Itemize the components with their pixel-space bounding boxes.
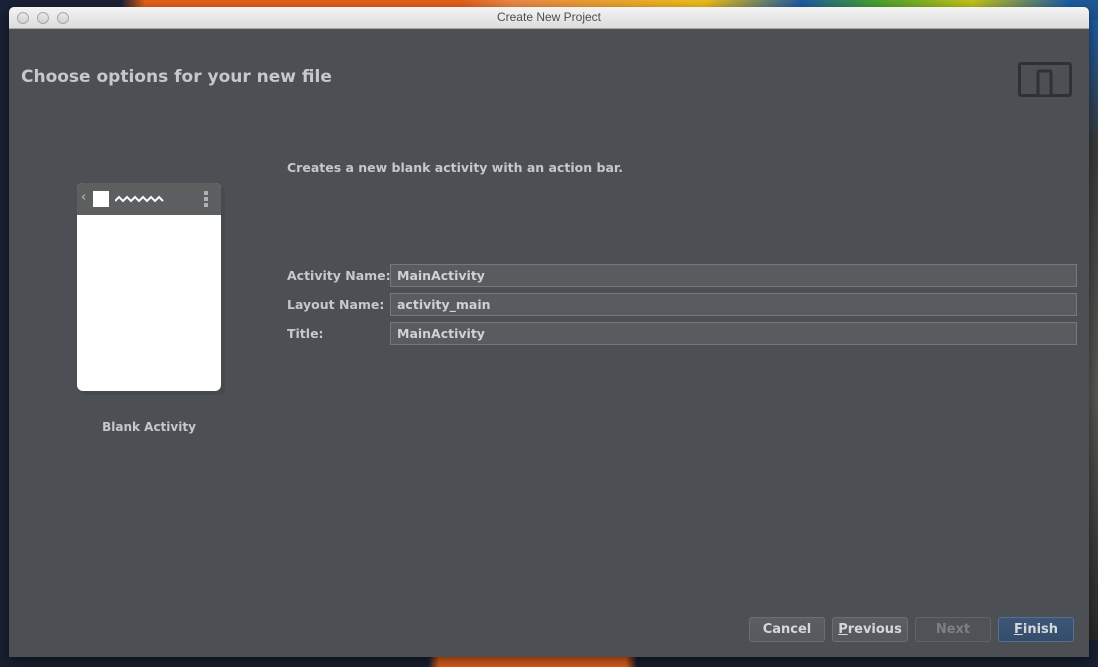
layout-name-input[interactable]: [390, 293, 1077, 316]
preview-action-bar: ‹: [77, 183, 221, 215]
finish-button[interactable]: Finish: [998, 617, 1074, 642]
finish-mnemonic: F: [1013, 622, 1023, 637]
app-logo-icon: [93, 191, 109, 207]
template-description: Creates a new blank activity with an act…: [287, 160, 624, 175]
title-placeholder-icon: [115, 195, 164, 203]
title-input[interactable]: [390, 322, 1077, 345]
back-chevron-icon: ‹: [81, 190, 87, 205]
window-title: Create New Project: [496, 10, 602, 24]
phone-tablet-icon: [1018, 62, 1072, 97]
previous-button[interactable]: Previous: [832, 617, 908, 642]
activity-name-row: Activity Name:: [287, 264, 1077, 287]
activity-name-label: Activity Name:: [287, 268, 391, 283]
layout-name-label: Layout Name:: [287, 297, 385, 312]
title-label: Title:: [287, 326, 324, 341]
activity-name-input[interactable]: [390, 264, 1077, 287]
title-row: Title:: [287, 322, 1077, 345]
create-project-dialog: Create New Project Choose options for yo…: [9, 7, 1089, 657]
overflow-menu-icon: [204, 191, 208, 207]
template-preview: ‹: [77, 183, 221, 391]
layout-name-row: Layout Name:: [287, 293, 1077, 316]
next-button[interactable]: Next: [915, 617, 991, 642]
title-bar[interactable]: Create New Project: [9, 7, 1089, 29]
dialog-content: Choose options for your new file ‹ Blank…: [9, 29, 1089, 657]
previous-label: revious: [847, 622, 902, 637]
previous-mnemonic: P: [838, 622, 848, 637]
page-title: Choose options for your new file: [21, 67, 332, 87]
finish-label: inish: [1022, 622, 1059, 637]
cancel-button[interactable]: Cancel: [749, 617, 825, 642]
template-name-label: Blank Activity: [102, 420, 196, 434]
desktop-background-edge: [1089, 20, 1098, 640]
